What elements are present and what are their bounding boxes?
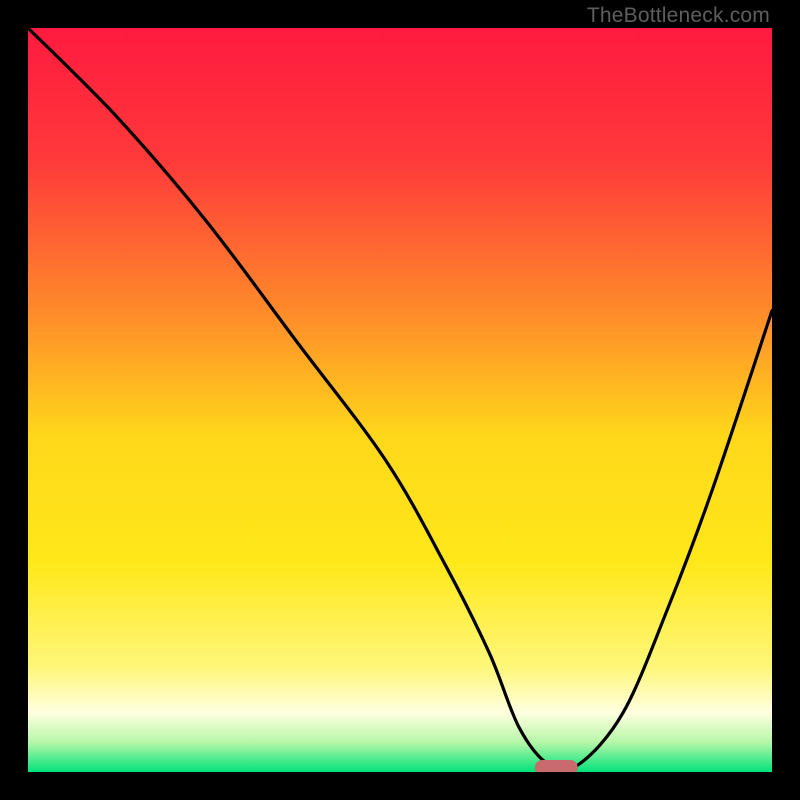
chart-frame: TheBottleneck.com [0, 0, 800, 800]
optimal-marker [535, 761, 577, 772]
plot-area [28, 28, 772, 772]
bottleneck-curve [28, 28, 772, 772]
watermark-text: TheBottleneck.com [587, 4, 770, 28]
